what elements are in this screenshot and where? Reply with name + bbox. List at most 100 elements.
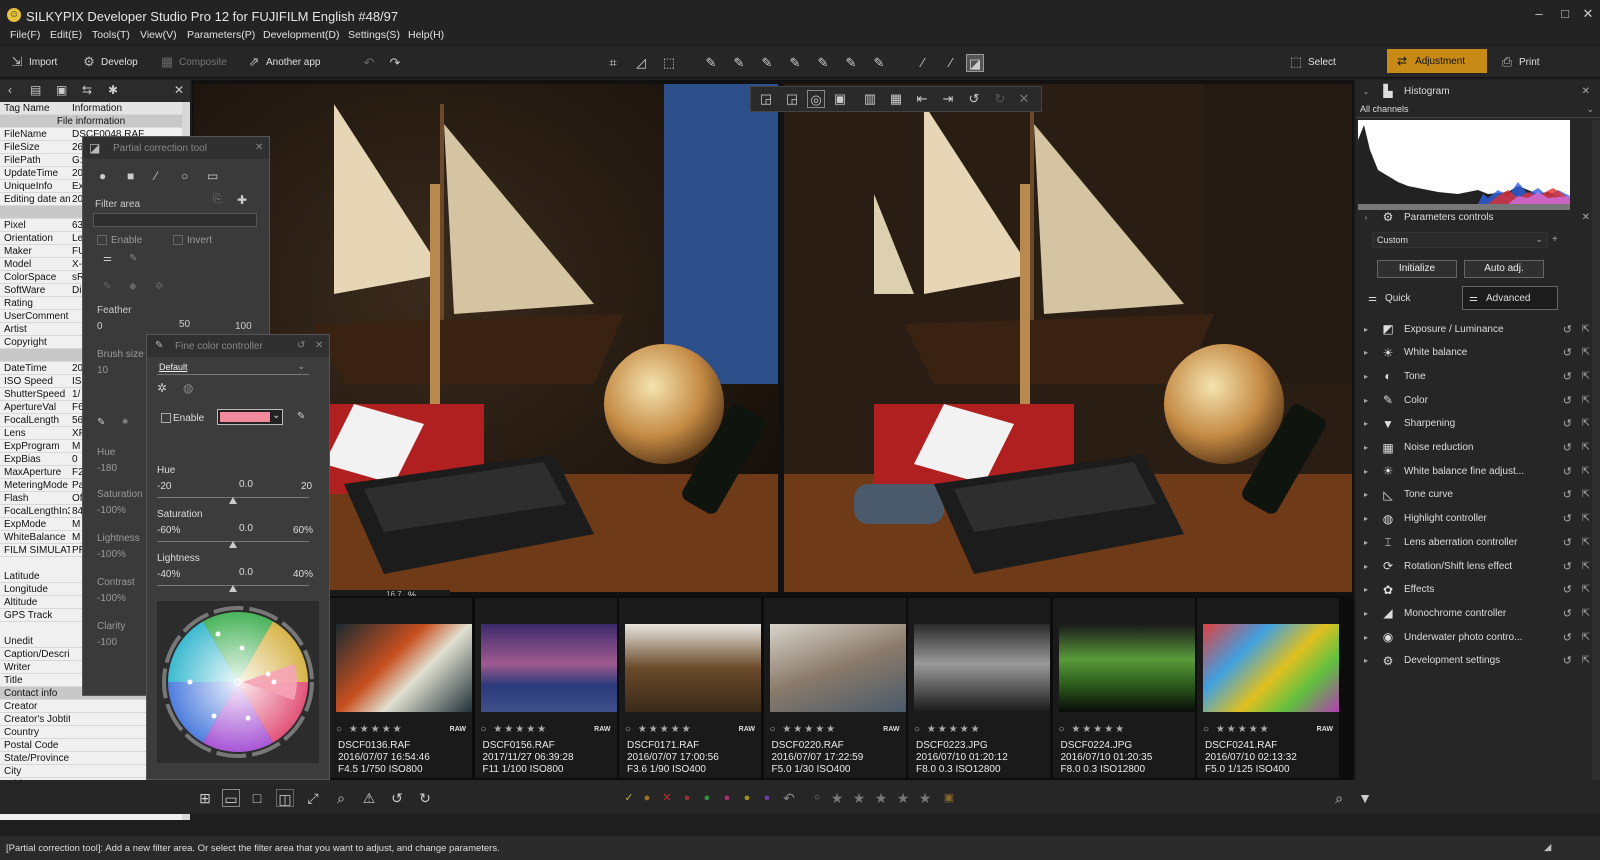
- menu-view[interactable]: View(V): [140, 29, 177, 41]
- popout-icon[interactable]: ⇱: [1582, 561, 1590, 572]
- right-scrollbar[interactable]: [1592, 120, 1600, 780]
- star-5-icon[interactable]: ★: [916, 789, 934, 807]
- auto-adj-button[interactable]: Auto adj.: [1464, 260, 1544, 278]
- reset-icon[interactable]: ↺: [1563, 654, 1572, 667]
- reset-icon[interactable]: ↺: [1563, 536, 1572, 549]
- undo-icon[interactable]: ↶: [360, 54, 378, 72]
- warning-icon[interactable]: ⚠: [360, 789, 378, 807]
- popout-icon[interactable]: ⇱: [1582, 418, 1590, 429]
- reset-icon[interactable]: ↺: [1563, 512, 1572, 525]
- popout-icon[interactable]: ⇱: [1582, 537, 1590, 548]
- fine-color-preset-select[interactable]: Default ⌄: [157, 361, 309, 375]
- initialize-button[interactable]: Initialize: [1377, 260, 1457, 278]
- partial-close-icon[interactable]: ✕: [255, 142, 263, 153]
- split-view-icon[interactable]: ▥: [861, 90, 879, 108]
- param-item[interactable]: ▸ ☀ White balance fine adjust... ↺ ⇱: [1356, 460, 1600, 482]
- thumbnail[interactable]: ○ ★★★★★ DSCF0223.JPG 2016/07/10 01:20:12…: [908, 598, 1050, 778]
- adjust-tab-icon[interactable]: ⚌: [103, 253, 112, 264]
- histogram-close-icon[interactable]: ✕: [1582, 86, 1590, 97]
- color-wheel[interactable]: [157, 601, 319, 763]
- reset-icon[interactable]: ↺: [1563, 417, 1572, 430]
- wb-dropper-icon[interactable]: ✎: [730, 54, 748, 72]
- param-item[interactable]: ▸ ◐ Tone ↺ ⇱: [1356, 365, 1600, 387]
- rating-stars[interactable]: ○ ★★★★★: [336, 724, 404, 735]
- popout-icon[interactable]: ⇱: [1582, 442, 1590, 453]
- popout-icon[interactable]: ⇱: [1582, 584, 1590, 595]
- popout-icon[interactable]: ⇱: [1582, 655, 1590, 666]
- param-item[interactable]: ▸ ✎ Color ↺ ⇱: [1356, 389, 1600, 411]
- rect-tool-icon[interactable]: ■: [127, 169, 134, 183]
- rotate-tool-icon[interactable]: ◿: [632, 54, 650, 72]
- menu-help[interactable]: Help(H): [408, 29, 444, 41]
- mask-tab-icon[interactable]: ✎: [129, 253, 137, 264]
- star-2-icon[interactable]: ★: [850, 789, 868, 807]
- prev-icon[interactable]: ⇤: [913, 90, 931, 108]
- resize-grip-icon[interactable]: ◢: [1544, 842, 1551, 853]
- rating-stars[interactable]: ○ ★★★★★: [770, 724, 838, 735]
- label-red-icon[interactable]: ●: [678, 789, 696, 807]
- adjustment-button[interactable]: ⇄ Adjustment: [1387, 49, 1487, 73]
- zoom-icon[interactable]: ⌕: [332, 789, 350, 807]
- invert-checkbox[interactable]: [173, 235, 183, 245]
- menu-parameters[interactable]: Parameters(P): [187, 29, 255, 41]
- settings-tab-icon[interactable]: ✱: [108, 83, 118, 97]
- info-tab-icon[interactable]: ▣: [56, 83, 67, 97]
- reset-icon[interactable]: ↺: [1563, 631, 1572, 644]
- reject-icon[interactable]: ✕: [658, 789, 676, 807]
- popout-icon[interactable]: ⇱: [1582, 513, 1590, 524]
- param-item[interactable]: ▸ ◉ Underwater photo contro... ↺ ⇱: [1356, 626, 1600, 648]
- side-by-side-icon[interactable]: ▦: [887, 90, 905, 108]
- close-icon[interactable]: ✕: [1575, 4, 1600, 24]
- tag-tab-icon[interactable]: ⇆: [82, 83, 92, 97]
- params-controls-header[interactable]: › ⚙ Parameters controls ✕: [1356, 206, 1600, 228]
- brush-add-icon[interactable]: ✎: [103, 281, 111, 292]
- taste-select[interactable]: Custom ⌄: [1372, 232, 1548, 248]
- single-view-icon[interactable]: □: [248, 789, 266, 807]
- reset-icon[interactable]: ↺: [1563, 441, 1572, 454]
- fine-color-close-icon[interactable]: ✕: [315, 340, 323, 351]
- param-item[interactable]: ▸ ⟳ Rotation/Shift lens effect ↺ ⇱: [1356, 555, 1600, 577]
- gray-dropper-icon[interactable]: ✎: [758, 54, 776, 72]
- label-green-icon[interactable]: ●: [698, 789, 716, 807]
- param-item[interactable]: ▸ ☀ White balance ↺ ⇱: [1356, 342, 1600, 364]
- label-yellow-icon[interactable]: ●: [738, 789, 756, 807]
- partial-correction-icon[interactable]: ◪: [966, 54, 984, 72]
- menu-development[interactable]: Development(D): [263, 29, 339, 41]
- thumbnail[interactable]: ○ ★★★★★ DSCF0224.JPG 2016/07/10 01:20:35…: [1052, 598, 1195, 778]
- import-button[interactable]: ⇲ Import: [10, 52, 58, 72]
- param-item[interactable]: ▸ ✿ Effects ↺ ⇱: [1356, 579, 1600, 601]
- star-4-icon[interactable]: ★: [894, 789, 912, 807]
- compare-view-icon[interactable]: ◫: [276, 789, 294, 807]
- color-adjust-icon[interactable]: ✎: [97, 417, 105, 428]
- popout-icon[interactable]: ⇱: [1582, 371, 1590, 382]
- star-3-icon[interactable]: ★: [872, 789, 890, 807]
- fine-light-value[interactable]: 0.0: [239, 567, 253, 578]
- minimize-icon[interactable]: –: [1526, 4, 1552, 24]
- popout-icon[interactable]: ⇱: [1582, 395, 1590, 406]
- next-icon[interactable]: ⇥: [939, 90, 957, 108]
- reset-icon[interactable]: ↺: [1563, 583, 1572, 596]
- channel-select[interactable]: All channels ⌄: [1356, 104, 1600, 118]
- reset-icon[interactable]: ↺: [1563, 394, 1572, 407]
- param-item[interactable]: ▸ ▼ Sharpening ↺ ⇱: [1356, 413, 1600, 435]
- dropper-icon[interactable]: ✎: [702, 54, 720, 72]
- composite-button[interactable]: ▦ Composite: [160, 52, 227, 72]
- skin-dropper-icon[interactable]: ✎: [786, 54, 804, 72]
- another-app-button[interactable]: ⇗ Another app: [247, 52, 321, 72]
- menu-settings[interactable]: Settings(S): [348, 29, 400, 41]
- rotate-left-icon[interactable]: ↺: [965, 90, 983, 108]
- check-mark-icon[interactable]: ✓: [620, 789, 638, 807]
- light-slider-knob[interactable]: [229, 585, 237, 592]
- filter-area-select[interactable]: [93, 213, 257, 227]
- redo-icon[interactable]: ↷: [386, 54, 404, 72]
- fullscreen-icon[interactable]: ⤢: [304, 789, 322, 807]
- rating-stars[interactable]: ○ ★★★★★: [625, 724, 693, 735]
- params-close-icon[interactable]: ✕: [1582, 212, 1590, 223]
- shift-tool-icon[interactable]: ⬚: [660, 54, 678, 72]
- add-taste-icon[interactable]: +: [1552, 234, 1558, 245]
- filter-icon[interactable]: ▼: [1356, 789, 1374, 807]
- preview-after[interactable]: [784, 84, 1352, 592]
- histogram-header[interactable]: ⌄ ▙ Histogram ✕: [1356, 80, 1600, 102]
- eraser-icon[interactable]: ⁄: [942, 54, 960, 72]
- param-item[interactable]: ▸ ◺ Tone curve ↺ ⇱: [1356, 484, 1600, 506]
